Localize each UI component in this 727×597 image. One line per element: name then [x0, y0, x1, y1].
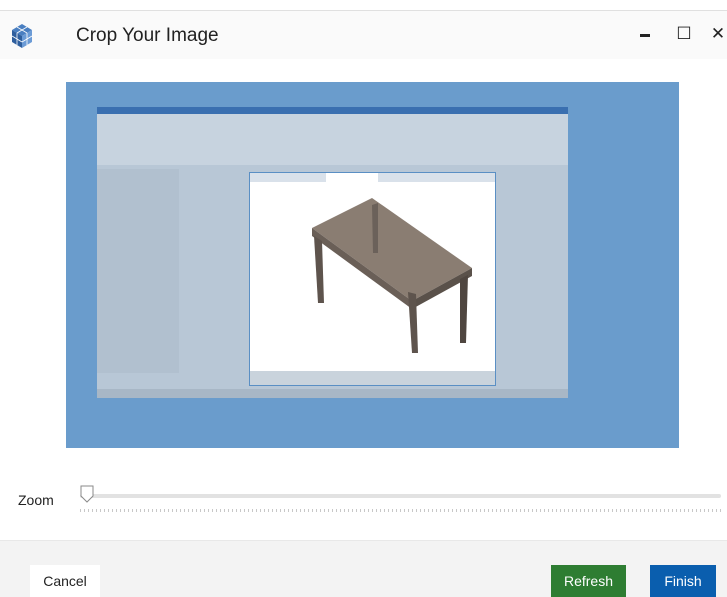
source-image-statusbar: [97, 389, 568, 398]
source-image-properties-panel: [97, 169, 179, 373]
source-image-titlebar: [97, 107, 568, 114]
zoom-slider-thumb[interactable]: [80, 485, 94, 503]
source-image-ribbon: [97, 107, 568, 165]
crop-canvas[interactable]: [66, 82, 679, 448]
window-title: Crop Your Image: [76, 25, 219, 46]
title-bar: Crop Your Image ▬ ☐ ✕: [0, 10, 727, 59]
minimize-icon: ▬: [640, 28, 650, 40]
crop-selection-region[interactable]: [250, 173, 495, 385]
cube-app-icon: [11, 24, 33, 48]
refresh-button[interactable]: Refresh: [551, 565, 626, 597]
maximize-icon: ☐: [676, 24, 692, 43]
zoom-slider-ticks: [80, 509, 721, 512]
zoom-slider-track[interactable]: [80, 494, 721, 498]
zoom-label: Zoom: [18, 492, 54, 508]
finish-button[interactable]: Finish: [650, 565, 716, 597]
maximize-button[interactable]: ☐: [672, 19, 696, 49]
close-button[interactable]: ✕: [706, 19, 727, 49]
table-3d-view: [312, 198, 472, 353]
cancel-button[interactable]: Cancel: [30, 565, 100, 597]
source-image-view-tabs: [250, 173, 495, 182]
source-image-active-tab: [326, 173, 378, 182]
minimize-button[interactable]: ▬: [633, 19, 657, 49]
source-image-view-controls: [250, 371, 495, 385]
close-icon: ✕: [710, 24, 726, 43]
